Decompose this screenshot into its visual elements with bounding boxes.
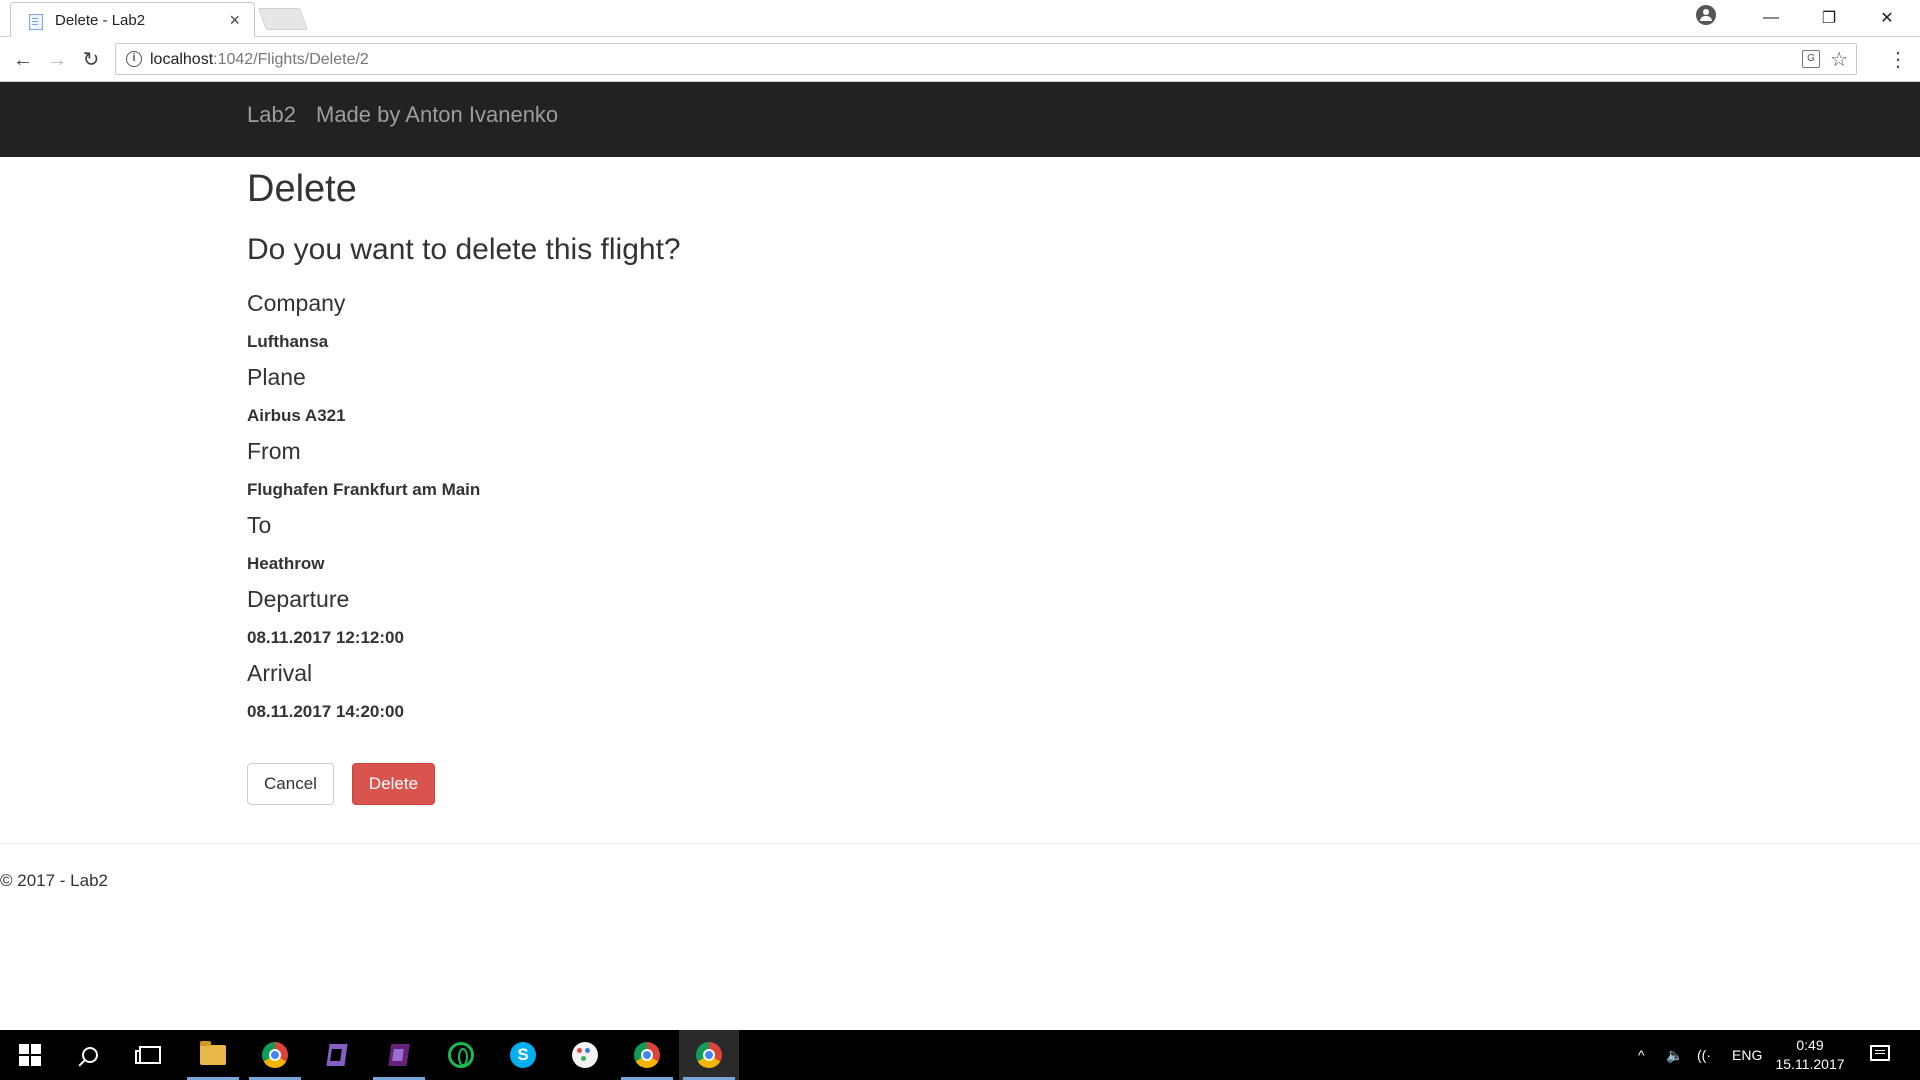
- field-label-to: To: [247, 512, 272, 538]
- visual-studio-icon: [324, 1042, 350, 1068]
- delete-button[interactable]: Delete: [352, 763, 435, 805]
- tab-title: Delete - Lab2: [55, 12, 146, 29]
- url-path: :1042/Flights/Delete/2: [213, 51, 369, 68]
- windows-taskbar: S ^ 🔈 ((· ENG 0:49 15.11.2017: [0, 1030, 1920, 1080]
- menu-icon[interactable]: ⋮: [1888, 45, 1908, 75]
- translate-icon[interactable]: G: [1802, 50, 1820, 68]
- start-button[interactable]: [0, 1030, 60, 1080]
- field-label-departure: Departure: [247, 586, 350, 612]
- address-bar[interactable]: i localhost:1042/Flights/Delete/2 G ☆: [115, 43, 1857, 75]
- field-value-arrival: 08.11.2017 14:20:00: [247, 702, 404, 721]
- field-value-plane: Airbus A321: [247, 406, 346, 425]
- field-value-from: Flughafen Frankfurt am Main: [247, 480, 481, 499]
- field-label-from: From: [247, 438, 301, 464]
- language-indicator[interactable]: ENG: [1732, 1030, 1762, 1080]
- back-button[interactable]: ←: [8, 45, 38, 75]
- visual-studio-alt-icon: [386, 1042, 412, 1068]
- browser-tab-strip: Delete - Lab2 × — ❐ ✕: [0, 0, 1920, 37]
- taskbar-chrome-3[interactable]: [679, 1030, 739, 1080]
- info-icon[interactable]: i: [126, 51, 142, 67]
- taskbar-ring-app[interactable]: [431, 1030, 491, 1080]
- footer-divider: [0, 843, 1920, 844]
- chrome-icon: [262, 1042, 288, 1068]
- tab-close-button[interactable]: ×: [229, 10, 240, 30]
- chrome-icon: [696, 1042, 722, 1068]
- restore-button[interactable]: ❐: [1800, 0, 1858, 36]
- taskbar-chrome-2[interactable]: [617, 1030, 677, 1080]
- taskbar-paint[interactable]: [555, 1030, 615, 1080]
- delete-question: Do you want to delete this flight?: [247, 233, 681, 266]
- page-title: Delete: [247, 168, 357, 210]
- field-value-departure: 08.11.2017 12:12:00: [247, 628, 404, 647]
- url-host: localhost: [150, 51, 214, 68]
- window-close-button[interactable]: ✕: [1858, 0, 1916, 36]
- new-tab-button[interactable]: [257, 8, 309, 30]
- file-explorer-icon: [200, 1041, 226, 1065]
- search-icon: [82, 1047, 98, 1063]
- chrome-icon: [634, 1042, 660, 1068]
- taskbar-chrome-1[interactable]: [245, 1030, 305, 1080]
- forward-button[interactable]: →: [42, 45, 72, 75]
- browser-tab-active[interactable]: Delete - Lab2 ×: [10, 2, 255, 37]
- taskbar-file-explorer[interactable]: [183, 1030, 243, 1080]
- clock-time: 0:49: [1796, 1037, 1824, 1053]
- paint-icon: [572, 1042, 598, 1068]
- field-value-to: Heathrow: [247, 554, 325, 573]
- notifications-icon[interactable]: [1870, 1045, 1890, 1061]
- footer-copyright: © 2017 - Lab2: [0, 871, 108, 890]
- taskbar-skype[interactable]: S: [493, 1030, 553, 1080]
- reload-button[interactable]: ↻: [76, 45, 106, 75]
- url-text[interactable]: localhost:1042/Flights/Delete/2: [150, 51, 369, 69]
- browser-toolbar: ← → ↻ i localhost:1042/Flights/Delete/2 …: [0, 37, 1920, 82]
- wifi-icon[interactable]: ((·: [1697, 1030, 1711, 1080]
- task-view-button[interactable]: [120, 1030, 180, 1080]
- search-button[interactable]: [60, 1030, 120, 1080]
- navbar-brand[interactable]: Lab2: [247, 102, 296, 128]
- field-value-company: Lufthansa: [247, 332, 329, 351]
- ring-app-icon: [448, 1042, 474, 1068]
- navbar-link-author[interactable]: Made by Anton Ivanenko: [316, 102, 558, 128]
- site-navbar: Lab2 Made by Anton Ivanenko: [0, 82, 1920, 157]
- taskbar-visual-studio-alt[interactable]: [369, 1030, 429, 1080]
- field-label-arrival: Arrival: [247, 660, 313, 686]
- field-label-company: Company: [247, 290, 346, 316]
- clock-date: 15.11.2017: [1775, 1056, 1845, 1072]
- volume-icon[interactable]: 🔈: [1666, 1030, 1683, 1080]
- star-icon[interactable]: ☆: [1830, 47, 1848, 72]
- profile-icon[interactable]: [1696, 5, 1716, 25]
- skype-icon: S: [510, 1042, 536, 1068]
- favicon-icon: [29, 14, 43, 30]
- minimize-button[interactable]: —: [1742, 0, 1800, 36]
- taskbar-clock[interactable]: 0:49 15.11.2017: [1770, 1036, 1850, 1074]
- taskbar-visual-studio[interactable]: [307, 1030, 367, 1080]
- task-view-icon: [135, 1046, 161, 1064]
- cancel-button[interactable]: Cancel: [247, 763, 334, 805]
- start-icon: [19, 1044, 41, 1066]
- field-label-plane: Plane: [247, 364, 306, 390]
- tray-chevron-icon[interactable]: ^: [1638, 1030, 1645, 1080]
